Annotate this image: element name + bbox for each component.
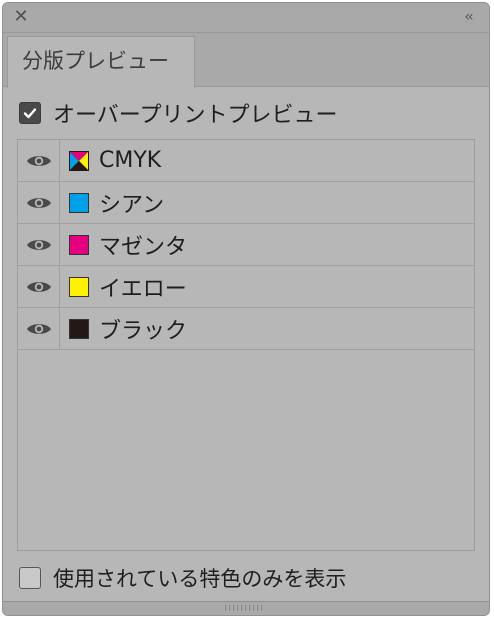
plate-label: マゼンタ <box>99 234 188 260</box>
checkmark-icon <box>23 108 37 119</box>
yellow-swatch <box>69 276 89 297</box>
eye-icon <box>26 239 51 250</box>
close-icon[interactable]: ✕ <box>11 7 31 27</box>
panel-resize-handle[interactable] <box>3 601 489 615</box>
spot-colors-only-label: 使用されている特色のみを表示 <box>53 567 347 591</box>
collapse-panel-icon[interactable]: ‹‹ <box>457 7 479 27</box>
eye-icon <box>26 155 51 166</box>
overprint-preview-label: オーバープリントプレビュー <box>53 103 338 128</box>
spot-colors-only-checkbox[interactable] <box>19 567 41 589</box>
visibility-toggle[interactable] <box>18 140 60 181</box>
panel-tabbar: 分版プレビュー <box>3 33 489 88</box>
spot-colors-only-option[interactable]: 使用されている特色のみを表示 <box>19 561 346 595</box>
plate-row-black[interactable]: ブラック <box>18 308 474 350</box>
plate-row-magenta[interactable]: マゼンタ <box>18 224 474 266</box>
plate-row-cmyk[interactable]: CMYK <box>18 140 474 182</box>
visibility-toggle[interactable] <box>18 266 60 307</box>
separations-preview-panel: ✕ ‹‹ 分版プレビュー オーバープリントプレビュー CMYK シアン マゼンタ… <box>2 2 490 616</box>
black-swatch <box>69 318 89 339</box>
plate-label: ブラック <box>99 318 188 344</box>
magenta-swatch <box>69 234 89 255</box>
panel-titlebar: ✕ ‹‹ <box>3 3 489 33</box>
plate-row-yellow[interactable]: イエロー <box>18 266 474 308</box>
tab-separations-preview[interactable]: 分版プレビュー <box>7 36 195 88</box>
visibility-toggle[interactable] <box>18 224 60 265</box>
visibility-toggle[interactable] <box>18 308 60 349</box>
grip-icon <box>225 605 265 611</box>
eye-icon <box>26 197 51 208</box>
eye-icon <box>26 323 51 334</box>
cyan-swatch <box>69 192 89 213</box>
visibility-toggle[interactable] <box>18 182 60 223</box>
plate-list: CMYK シアン マゼンタ イエロー ブラック <box>17 139 475 551</box>
overprint-preview-checkbox[interactable] <box>19 102 41 124</box>
cmyk-swatch-icon <box>69 150 89 171</box>
overprint-preview-option[interactable]: オーバープリントプレビュー <box>19 95 337 131</box>
plate-row-cyan[interactable]: シアン <box>18 182 474 224</box>
eye-icon <box>26 281 51 292</box>
plate-label: イエロー <box>99 276 187 302</box>
plate-label: CMYK <box>99 148 162 173</box>
plate-label: シアン <box>99 192 165 218</box>
